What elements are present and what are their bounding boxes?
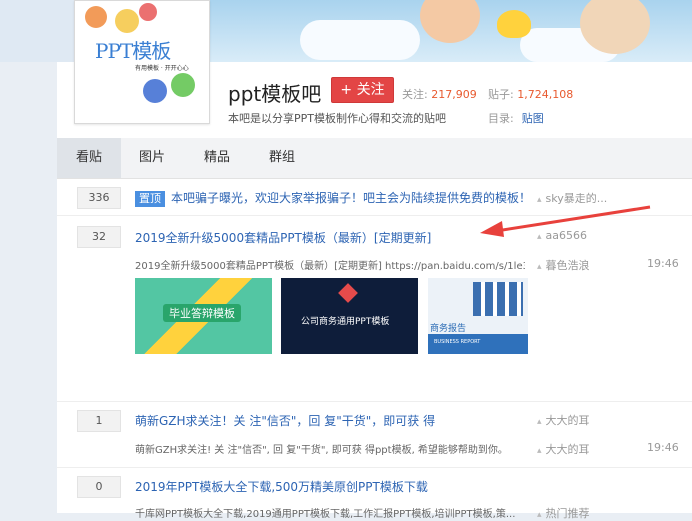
tab-images[interactable]: 图片 <box>139 138 165 178</box>
thread-thumbnail[interactable]: 公司商务通用PPT模板 <box>281 278 418 354</box>
logo-text: PPT模板 <box>95 39 171 63</box>
row-divider <box>57 401 692 402</box>
posts-stat: 贴子: 1,724,108 <box>488 86 573 102</box>
last-reply-time: 19:46 <box>647 441 679 454</box>
follow-button[interactable]: + 关注 <box>331 77 394 103</box>
handprint-icon <box>85 6 107 28</box>
forum-logo[interactable]: PPT模板 有用模板 · 开开心心 <box>74 0 210 124</box>
reply-count: 0 <box>77 476 121 498</box>
thread-author[interactable]: 热门推荐 <box>537 505 590 521</box>
reply-count: 336 <box>77 187 121 209</box>
logo-icon <box>338 283 358 303</box>
last-reply-user[interactable]: 暮色浩浪 <box>537 257 590 273</box>
cartoon-duck-decoration <box>497 10 531 38</box>
pinned-badge: 置顶 <box>135 191 165 207</box>
handprint-icon <box>143 79 167 103</box>
posts-count: 1,724,108 <box>517 88 574 101</box>
handprint-icon <box>171 73 195 97</box>
thread-title[interactable]: 萌新GZH求关注！关 注"信否"，回 复"干货"，即可获 得 <box>135 412 435 429</box>
tab-threads[interactable]: 看贴 <box>57 138 121 178</box>
thumbnail-band: BUSINESS REPORT <box>428 334 528 354</box>
thumbnail-caption: 商务报告 <box>430 324 467 334</box>
thread-title-text[interactable]: 本吧骗子曝光，欢迎大家举报骗子！吧主会为陆续提供免费的模板！ <box>171 191 531 205</box>
tab-featured[interactable]: 精品 <box>204 138 230 178</box>
tab-groups[interactable]: 群组 <box>269 138 295 178</box>
bar-graphic <box>473 282 523 316</box>
row-divider <box>57 467 692 468</box>
thread-thumbnail[interactable]: 毕业答辩模板 <box>135 278 272 354</box>
logo-subtext: 有用模板 · 开开心心 <box>135 65 189 72</box>
last-reply-time: 19:46 <box>647 257 679 270</box>
thread-author[interactable]: 大大的耳 <box>537 412 590 428</box>
thumbnail-caption: 公司商务通用PPT模板 <box>301 317 390 327</box>
thumbnail-band-text: BUSINESS REPORT <box>434 339 481 345</box>
follow-count-label: 关注: <box>402 88 428 101</box>
last-reply-user[interactable]: 大大的耳 <box>537 441 590 457</box>
annotation-arrow-icon <box>480 205 651 237</box>
thread-abstract: 萌新GZH求关注! 关 注"信否", 回 复"干货", 即可获 得ppt模板, … <box>135 445 508 456</box>
reply-count: 32 <box>77 226 121 248</box>
thread-title[interactable]: 2019年PPT模板大全下载,500万精美原创PPT模板下载 <box>135 478 428 495</box>
directory-label: 目录: <box>488 112 514 125</box>
thread-title[interactable]: 2019全新升级5000套精品PPT模板（最新）[定期更新] <box>135 229 431 246</box>
handprint-icon <box>139 3 157 21</box>
cloud-decoration <box>300 20 420 60</box>
posts-count-label: 贴子: <box>488 88 514 101</box>
thread-thumbnail[interactable]: 商务报告 BUSINESS REPORT <box>428 278 528 354</box>
directory-link[interactable]: 贴图 <box>522 112 544 125</box>
thread-title[interactable]: 置顶 本吧骗子曝光，欢迎大家举报骗子！吧主会为陆续提供免费的模板！ <box>135 189 531 207</box>
thread-abstract: 2019全新升级5000套精品PPT模板（最新）[定期更新] https://p… <box>135 261 525 272</box>
reply-count: 1 <box>77 410 121 432</box>
forum-title[interactable]: ppt模板吧 <box>228 78 321 107</box>
follow-stat: 关注: 217,909 <box>402 86 477 102</box>
thumbnail-caption: 毕业答辩模板 <box>163 304 241 322</box>
forum-description: 本吧是以分享PPT模板制作心得和交流的贴吧 <box>228 112 446 125</box>
follow-count: 217,909 <box>431 88 477 101</box>
forum-directory: 目录: 贴图 <box>488 110 544 126</box>
thread-author[interactable]: sky暴走的... <box>537 190 608 206</box>
forum-tabs: 看贴 图片 精品 群组 <box>57 138 692 179</box>
handprint-icon <box>115 9 139 33</box>
